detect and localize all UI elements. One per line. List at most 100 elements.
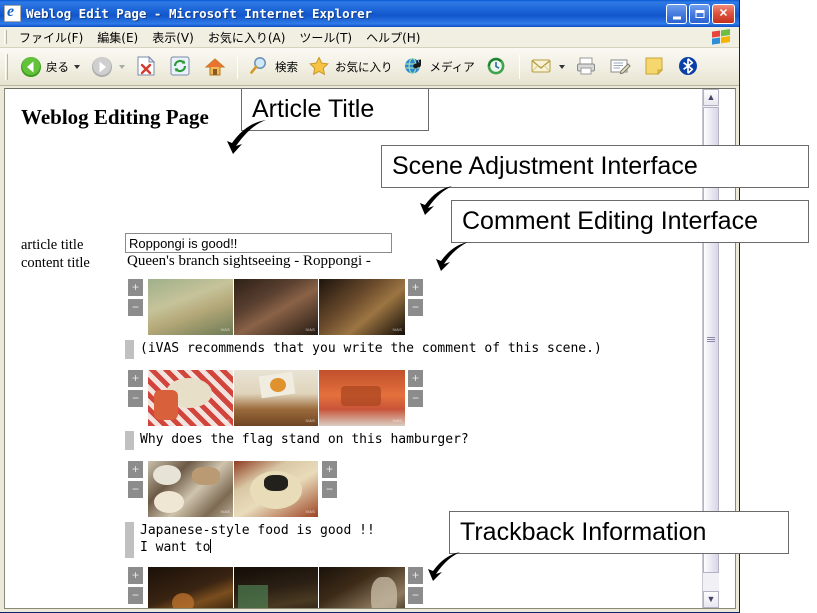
comment-text-1[interactable]: (iVAS recommends that you write the comm… bbox=[140, 340, 602, 357]
comment-row-1[interactable]: (iVAS recommends that you write the comm… bbox=[125, 340, 602, 359]
close-button[interactable]: ✕ bbox=[712, 3, 735, 24]
history-button[interactable] bbox=[480, 55, 514, 79]
scene-2-left-minus-button[interactable]: − bbox=[128, 390, 143, 407]
scene-row-2: + − iVAS iVAS iVAS + − bbox=[125, 370, 545, 427]
callout-article-title-arrow bbox=[227, 120, 266, 154]
callout-article-title-text: Article Title bbox=[252, 95, 375, 123]
menu-help[interactable]: ヘルプ(H) bbox=[359, 28, 427, 47]
callout-scene-adjustment: Scene Adjustment Interface bbox=[381, 145, 809, 188]
callout-trackback-text: Trackback Information bbox=[460, 518, 707, 546]
refresh-icon bbox=[169, 55, 193, 79]
watermark: iVAS bbox=[220, 509, 230, 514]
menu-edit[interactable]: 編集(E) bbox=[90, 28, 145, 47]
tool-bar: 戻る 検索 お気に入り メディア bbox=[0, 48, 739, 86]
menu-favorites[interactable]: お気に入り(A) bbox=[201, 28, 293, 47]
scene-1-right-minus-button[interactable]: − bbox=[408, 299, 423, 316]
scene-3-left-plus-button[interactable]: + bbox=[128, 461, 143, 478]
scene-row-1: + − iVAS iVAS iVAS + − bbox=[125, 279, 545, 336]
home-button[interactable] bbox=[198, 55, 232, 79]
title-bar: Weblog Edit Page - Microsoft Internet Ex… bbox=[0, 0, 739, 27]
refresh-button[interactable] bbox=[164, 55, 198, 79]
watermark: iVAS bbox=[392, 327, 402, 332]
scene-4-left-minus-button[interactable]: − bbox=[128, 587, 143, 604]
print-button[interactable] bbox=[570, 55, 604, 79]
scene-2-filmstrip[interactable]: iVAS iVAS iVAS bbox=[148, 370, 405, 426]
forward-dropdown-icon[interactable] bbox=[119, 64, 125, 69]
scene-3-left-minus-button[interactable]: − bbox=[128, 481, 143, 498]
scene-4-left-plus-button[interactable]: + bbox=[128, 567, 143, 584]
toolbar-grip[interactable] bbox=[5, 53, 8, 80]
scene-4-thumb-3[interactable]: iVAS bbox=[319, 567, 405, 608]
scene-1-left-minus-button[interactable]: − bbox=[128, 299, 143, 316]
back-dropdown-icon[interactable] bbox=[74, 64, 80, 69]
search-button[interactable]: 検索 bbox=[243, 55, 303, 79]
edit-button[interactable] bbox=[604, 55, 638, 79]
minimize-button[interactable] bbox=[666, 3, 687, 24]
mail-button[interactable] bbox=[525, 55, 570, 79]
comment-text-3-line-2: I want to bbox=[140, 539, 375, 556]
mail-dropdown-icon[interactable] bbox=[558, 64, 565, 69]
window-title: Weblog Edit Page - Microsoft Internet Ex… bbox=[26, 6, 373, 21]
media-label: メディア bbox=[429, 59, 475, 74]
menu-view[interactable]: 表示(V) bbox=[145, 28, 201, 47]
comment-bar-1 bbox=[125, 340, 134, 359]
ie-logo-icon bbox=[4, 5, 21, 22]
scene-1-filmstrip[interactable]: iVAS iVAS iVAS bbox=[148, 279, 405, 335]
notes-button[interactable] bbox=[638, 55, 672, 79]
scroll-up-button[interactable]: ▲ bbox=[703, 89, 719, 106]
scene-3-right-plus-button[interactable]: + bbox=[322, 461, 337, 478]
scene-2-thumb-3[interactable]: iVAS bbox=[319, 370, 405, 426]
article-title-input[interactable] bbox=[125, 233, 392, 253]
history-icon bbox=[485, 55, 509, 79]
callout-trackback-arrow bbox=[428, 552, 460, 581]
back-label: 戻る bbox=[46, 59, 69, 74]
scroll-down-button[interactable]: ▼ bbox=[703, 591, 719, 608]
menubar-grip[interactable] bbox=[4, 30, 7, 44]
scene-1-right-plus-button[interactable]: + bbox=[408, 279, 423, 296]
forward-button[interactable] bbox=[85, 55, 130, 79]
bluetooth-button[interactable] bbox=[672, 55, 706, 79]
scene-2-thumb-1[interactable]: iVAS bbox=[148, 370, 234, 426]
scene-adjust-right-3: + − bbox=[322, 461, 337, 498]
comment-bar-3 bbox=[125, 522, 134, 558]
favorites-button[interactable]: お気に入り bbox=[303, 55, 398, 79]
menu-bar: ファイル(F) 編集(E) 表示(V) お気に入り(A) ツール(T) ヘルプ(… bbox=[0, 27, 739, 48]
watermark: iVAS bbox=[305, 327, 315, 332]
scene-3-thumb-2[interactable]: iVAS bbox=[234, 461, 318, 517]
scene-4-thumb-2[interactable]: iVAS bbox=[234, 567, 319, 608]
scene-4-right-plus-button[interactable]: + bbox=[408, 567, 423, 584]
scene-3-thumb-1[interactable]: iVAS bbox=[148, 461, 234, 517]
callout-trackback: Trackback Information bbox=[449, 511, 789, 554]
maximize-button[interactable] bbox=[689, 3, 710, 24]
forward-icon bbox=[90, 55, 114, 79]
comment-text-3[interactable]: Japanese-style food is good !! I want to bbox=[134, 522, 375, 556]
chevron-down-icon: ▼ bbox=[706, 594, 716, 604]
comment-row-3[interactable]: Japanese-style food is good !! I want to bbox=[125, 522, 375, 558]
scene-2-right-plus-button[interactable]: + bbox=[408, 370, 423, 387]
notes-icon bbox=[643, 55, 667, 79]
menu-file[interactable]: ファイル(F) bbox=[12, 28, 90, 47]
scene-1-thumb-2[interactable]: iVAS bbox=[234, 279, 319, 335]
scene-4-filmstrip[interactable]: iVAS iVAS iVAS bbox=[148, 567, 405, 608]
scene-1-thumb-1[interactable]: iVAS bbox=[148, 279, 234, 335]
comment-text-3-line-2-text: I want to bbox=[140, 540, 211, 555]
search-label: 検索 bbox=[275, 59, 298, 74]
scene-1-left-plus-button[interactable]: + bbox=[128, 279, 143, 296]
scene-2-thumb-2[interactable]: iVAS bbox=[234, 370, 319, 426]
media-button[interactable]: メディア bbox=[398, 55, 480, 79]
comment-text-2[interactable]: Why does the flag stand on this hamburge… bbox=[140, 431, 469, 448]
menu-tools[interactable]: ツール(T) bbox=[292, 28, 359, 47]
callout-comment-editing-arrow bbox=[436, 242, 468, 271]
scene-3-right-minus-button[interactable]: − bbox=[322, 481, 337, 498]
stop-button[interactable] bbox=[130, 55, 164, 79]
comment-text-3-line-1: Japanese-style food is good !! bbox=[140, 523, 375, 538]
scene-1-thumb-3[interactable]: iVAS bbox=[319, 279, 405, 335]
scene-4-thumb-1[interactable]: iVAS bbox=[148, 567, 234, 608]
scene-2-right-minus-button[interactable]: − bbox=[408, 390, 423, 407]
back-button[interactable]: 戻る bbox=[14, 55, 85, 79]
scene-4-right-minus-button[interactable]: − bbox=[408, 587, 423, 604]
chevron-up-icon: ▲ bbox=[706, 92, 716, 102]
scene-3-filmstrip[interactable]: iVAS iVAS bbox=[148, 461, 318, 517]
scene-2-left-plus-button[interactable]: + bbox=[128, 370, 143, 387]
comment-row-2[interactable]: Why does the flag stand on this hamburge… bbox=[125, 431, 469, 450]
